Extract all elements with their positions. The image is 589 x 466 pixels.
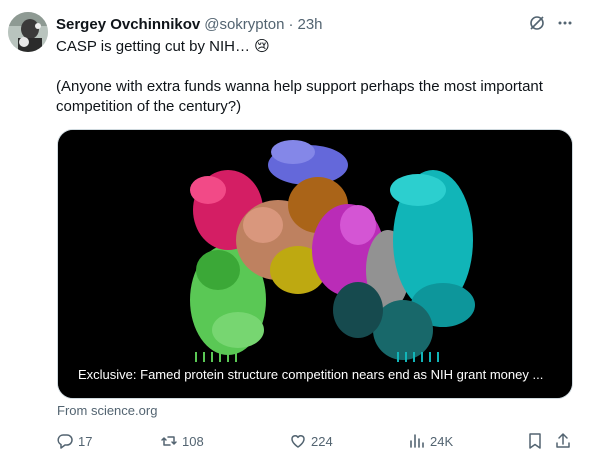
- share-icon: [556, 433, 570, 448]
- link-card-title[interactable]: Exclusive: Famed protein structure compe…: [72, 365, 550, 384]
- share-button[interactable]: [554, 429, 576, 453]
- tweet-line-2: (Anyone with extra funds wanna help supp…: [56, 78, 543, 115]
- reply-button[interactable]: 17: [56, 429, 92, 453]
- timestamp[interactable]: 23h: [298, 16, 323, 33]
- tweet-line-1: CASP is getting cut by NIH… 😢: [56, 38, 270, 55]
- retweet-button[interactable]: 108: [160, 429, 204, 453]
- slashed-circle-icon[interactable]: [526, 12, 548, 34]
- avatar[interactable]: [8, 12, 48, 52]
- like-count: 224: [311, 433, 333, 449]
- protein-structure-image: [58, 130, 572, 398]
- link-card[interactable]: Exclusive: Famed protein structure compe…: [57, 129, 573, 399]
- reply-count: 17: [78, 433, 93, 449]
- views-button[interactable]: 24K: [408, 429, 453, 453]
- retweet-icon: [161, 436, 177, 446]
- reply-icon: [57, 434, 73, 449]
- bookmark-button[interactable]: [526, 429, 548, 453]
- retweet-count: 108: [182, 433, 204, 449]
- author-handle[interactable]: @sokrypton: [204, 16, 284, 33]
- tweet[interactable]: Sergey Ovchinnikov @sokrypton · 23h CASP…: [0, 0, 589, 466]
- view-count: 24K: [430, 433, 454, 449]
- tweet-text: CASP is getting cut by NIH… 😢 (Anyone wi…: [56, 37, 576, 117]
- author-name[interactable]: Sergey Ovchinnikov: [56, 16, 200, 33]
- link-source[interactable]: From science.org: [57, 403, 157, 418]
- bookmark-icon: [529, 433, 541, 449]
- more-dots-icon[interactable]: [554, 12, 576, 34]
- like-button[interactable]: 224: [289, 429, 333, 453]
- avatar-image: [8, 12, 48, 52]
- action-bar: 17 108 224 24K: [56, 429, 576, 453]
- separator-dot: ·: [288, 15, 294, 33]
- views-bars-icon: [410, 434, 424, 448]
- tweet-header: Sergey Ovchinnikov @sokrypton · 23h: [56, 14, 323, 34]
- heart-icon: [291, 435, 305, 448]
